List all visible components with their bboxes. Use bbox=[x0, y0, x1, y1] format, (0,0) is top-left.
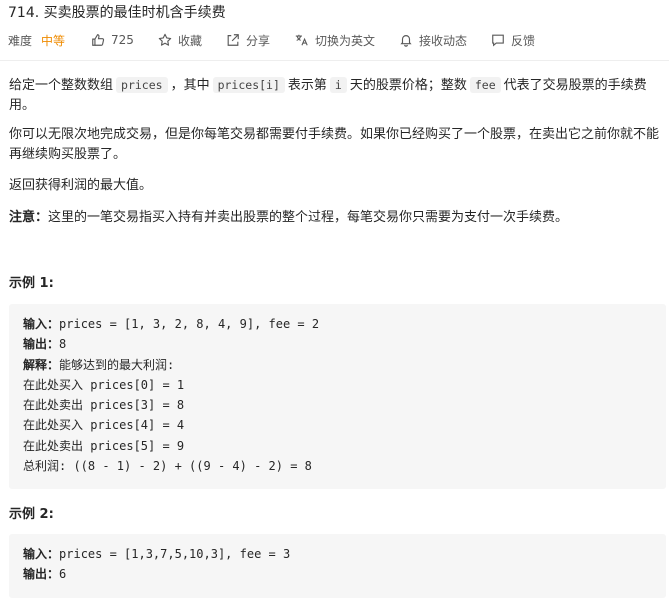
output-value: 8 bbox=[59, 337, 67, 352]
difficulty-value: 中等 bbox=[41, 33, 66, 48]
example-explain-line: 解释：能够达到的最大利润: bbox=[23, 355, 652, 375]
problem-meta-bar: 难度 中等 725 收藏 分享 切换为英文 接收动态 反馈 bbox=[8, 31, 559, 49]
inline-code: prices bbox=[116, 77, 168, 93]
desc-text: 给定一个整数数组 bbox=[9, 78, 114, 93]
difficulty-label: 难度 bbox=[8, 33, 33, 48]
example-input-line: 输入：prices = [1, 3, 2, 8, 4, 9], fee = 2 bbox=[23, 314, 652, 334]
feedback-icon bbox=[492, 34, 504, 47]
input-label: 输入： bbox=[23, 317, 60, 331]
inline-code: fee bbox=[469, 77, 501, 93]
description-paragraph-1: 给定一个整数数组 prices ，其中 prices[i] 表示第 i 天的股票价格；整数 f… bbox=[9, 75, 664, 116]
star-icon bbox=[158, 33, 172, 46]
output-label: 输出： bbox=[23, 337, 60, 352]
input-value: prices = [1, 3, 2, 8, 4, 9], fee = 2 bbox=[59, 317, 320, 331]
description-paragraph-2: 你可以无限次地完成交易，但是你每笔交易都需要付手续费。如果你已经购买了一个股票，… bbox=[9, 127, 660, 162]
description-note: 注意：这里的一笔交易指买入持有并卖出股票的整个过程，每笔交易你只需要为支付一次手… bbox=[9, 208, 664, 228]
favorite-label: 收藏 bbox=[177, 33, 202, 48]
share-icon bbox=[227, 34, 239, 46]
share-button[interactable]: 分享 bbox=[226, 32, 270, 49]
translate-icon bbox=[295, 34, 308, 46]
explain-value: 能够达到的最大利润: bbox=[59, 357, 175, 372]
example-2-code-block: 输入：prices = [1,3,7,5,10,3], fee = 3 输出：6 bbox=[9, 534, 666, 598]
explain-step: 总利润: ((8 - 1) - 2) + ((9 - 4) - 2) = 8 bbox=[23, 459, 312, 474]
note-label: 注意： bbox=[9, 210, 49, 225]
problem-title: 714. 买卖股票的最佳时机含手续费 bbox=[8, 5, 226, 21]
notify-label: 接收动态 bbox=[418, 33, 467, 48]
header-divider bbox=[0, 60, 669, 61]
example-input-line: 输入：prices = [1,3,7,5,10,3], fee = 3 bbox=[23, 544, 652, 564]
switch-language-label: 切换为英文 bbox=[314, 33, 375, 48]
description-paragraph-3: 返回获得利润的最大值。 bbox=[9, 178, 153, 193]
feedback-label: 反馈 bbox=[511, 33, 536, 48]
like-count: 725 bbox=[111, 33, 134, 47]
explain-step: 在此处卖出 prices[3] = 8 bbox=[23, 398, 185, 413]
inline-code: prices[i] bbox=[212, 77, 285, 93]
feedback-button[interactable]: 反馈 bbox=[491, 32, 535, 49]
example-1-code-block: 输入：prices = [1, 3, 2, 8, 4, 9], fee = 2 … bbox=[9, 304, 666, 489]
example-output-line: 输出：6 bbox=[23, 564, 652, 584]
notify-button[interactable]: 接收动态 bbox=[399, 32, 467, 49]
example-1-title: 示例 1: bbox=[9, 276, 54, 291]
switch-language-button[interactable]: 切换为英文 bbox=[294, 32, 375, 49]
desc-text: 表示第 bbox=[287, 78, 327, 93]
explain-step: 在此处买入 prices[4] = 4 bbox=[23, 418, 185, 433]
example-2-title: 示例 2: bbox=[9, 507, 54, 522]
share-label: 分享 bbox=[245, 33, 270, 48]
favorite-button[interactable]: 收藏 bbox=[158, 32, 202, 49]
output-label: 输出： bbox=[23, 567, 60, 582]
explain-step: 在此处卖出 prices[5] = 9 bbox=[23, 438, 185, 453]
desc-text: ，其中 bbox=[170, 78, 210, 93]
explain-step: 在此处买入 prices[0] = 1 bbox=[23, 377, 185, 392]
inline-code: i bbox=[329, 77, 347, 93]
input-label: 输入： bbox=[23, 547, 60, 561]
desc-text: 天的股票价格；整数 bbox=[349, 78, 467, 93]
like-button[interactable]: 725 bbox=[91, 33, 134, 47]
explain-label: 解释： bbox=[23, 357, 60, 372]
bell-icon bbox=[400, 35, 412, 47]
note-text: 这里的一笔交易指买入持有并卖出股票的整个过程，每笔交易你只需要为支付一次手续费。 bbox=[48, 210, 569, 225]
output-value: 6 bbox=[59, 567, 67, 582]
thumbs-up-icon bbox=[92, 34, 105, 46]
example-output-line: 输出：8 bbox=[23, 334, 652, 354]
input-value: prices = [1,3,7,5,10,3], fee = 3 bbox=[59, 547, 291, 561]
